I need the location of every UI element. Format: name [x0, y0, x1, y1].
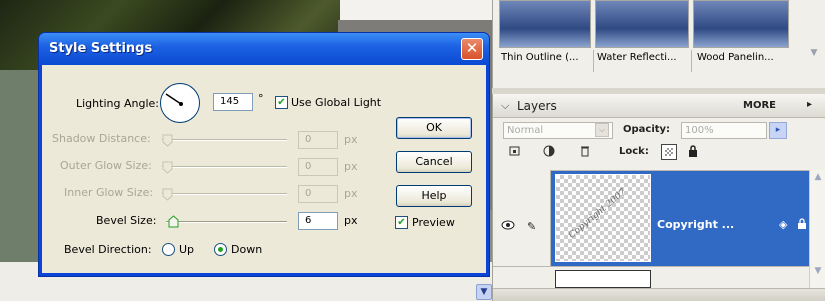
lighting-angle-dial[interactable] [160, 83, 200, 123]
bevel-size-unit: px [344, 214, 358, 227]
thumbs-scroll-down-icon[interactable]: ▼ [807, 48, 821, 78]
layer-row[interactable] [493, 266, 809, 288]
outer-glow-size-slider-thumb[interactable] [162, 161, 173, 174]
bevel-size-slider[interactable] [166, 221, 287, 223]
scroll-up-icon[interactable]: ▲ [811, 172, 825, 186]
outer-glow-size-label: Outer Glow Size: [60, 159, 152, 172]
thumb-divider [593, 50, 594, 72]
brush-icon[interactable]: ✎ [527, 220, 536, 233]
layers-more-button[interactable]: MORE [743, 100, 776, 111]
inner-glow-size-slider-thumb[interactable] [162, 188, 173, 201]
outer-glow-size-slider[interactable] [162, 166, 287, 168]
layer-thumbnail[interactable] [555, 270, 651, 288]
shadow-distance-slider[interactable] [162, 139, 287, 141]
bevel-size-input[interactable]: 6 [298, 212, 338, 230]
outer-glow-size-unit: px [344, 160, 358, 173]
layers-panel: ⌵ Layers MORE ▸ Normal ⌵ Opacity: 100% ▸… [492, 94, 825, 301]
opacity-label: Opacity: [623, 124, 671, 135]
lock-icon [797, 218, 807, 232]
bevel-direction-down-radio[interactable] [214, 243, 227, 256]
use-global-light-label: Use Global Light [291, 96, 382, 109]
inner-glow-size-slider[interactable] [162, 193, 287, 195]
preview-checkbox[interactable]: ✔ [395, 216, 408, 229]
opacity-input[interactable]: 100% [681, 122, 767, 139]
style-settings-dialog: Style Settings ✕ Lighting Angle: 145 ° ✔… [38, 32, 490, 277]
adjustment-layer-icon[interactable] [541, 144, 557, 160]
bevel-direction-up-radio[interactable] [162, 243, 175, 256]
bevel-size-slider-thumb[interactable] [168, 215, 179, 228]
bevel-direction-down-label: Down [231, 243, 263, 256]
shadow-distance-unit: px [344, 133, 358, 146]
layers-panel-footer [493, 288, 825, 301]
degree-unit-label: ° [258, 92, 264, 105]
lock-transparency-button[interactable] [661, 144, 677, 160]
scroll-down-icon[interactable]: ▼ [811, 266, 825, 280]
eye-icon[interactable] [501, 220, 515, 233]
lighting-angle-label: Lighting Angle: [76, 97, 159, 110]
chevron-down-icon[interactable]: ⌵ [501, 99, 509, 113]
style-label-wood-paneling[interactable]: Wood Panelin... [697, 52, 774, 63]
dialog-body: Lighting Angle: 145 ° ✔ Use Global Light… [42, 65, 486, 273]
styles-thumbnail-panel: Thin Outline (... Water Reflecti... Wood… [492, 0, 825, 88]
shadow-distance-label: Shadow Distance: [52, 132, 151, 145]
bevel-direction-up-label: Up [179, 243, 195, 256]
layer-thumbnail-watermark: Copyright 2007 [567, 187, 629, 241]
document-area-light [340, 0, 492, 20]
inner-glow-size-label: Inner Glow Size: [64, 186, 154, 199]
dialog-titlebar[interactable]: Style Settings ✕ [39, 33, 489, 65]
use-global-light-checkbox[interactable]: ✔ [275, 96, 288, 109]
lighting-angle-input[interactable]: 145 [213, 93, 253, 111]
style-label-water-reflection[interactable]: Water Reflecti... [597, 52, 677, 63]
close-button[interactable]: ✕ [461, 38, 483, 60]
shadow-distance-slider-thumb[interactable] [162, 134, 173, 147]
inner-glow-size-input[interactable]: 0 [298, 185, 338, 203]
outer-glow-size-input[interactable]: 0 [298, 158, 338, 176]
arrow-right-icon[interactable]: ▸ [807, 99, 812, 110]
style-thumb-thin-outline[interactable] [499, 0, 591, 48]
style-thumb-water-reflection[interactable] [595, 0, 689, 48]
inner-glow-size-unit: px [344, 187, 358, 200]
new-layer-icon[interactable] [507, 144, 523, 160]
bevel-direction-label: Bevel Direction: [64, 243, 152, 256]
cancel-button[interactable]: Cancel [396, 151, 472, 173]
style-label-thin-outline[interactable]: Thin Outline (... [501, 52, 579, 63]
bevel-size-label: Bevel Size: [96, 214, 157, 227]
layer-name[interactable]: Copyright ... [657, 218, 734, 231]
angle-dial-needle-icon [165, 93, 183, 106]
lock-all-icon[interactable] [685, 144, 701, 160]
layer-row-controls [493, 170, 551, 266]
layers-panel-title: Layers [517, 99, 557, 113]
ok-button[interactable]: OK [396, 117, 472, 139]
arrow-right-icon[interactable]: ▸ [769, 122, 787, 139]
layer-style-icon[interactable]: ◈ [779, 218, 787, 231]
dialog-title: Style Settings [49, 41, 153, 56]
preview-label: Preview [412, 216, 455, 229]
document-area-green [0, 70, 40, 280]
style-thumb-wood-paneling[interactable] [693, 0, 789, 48]
lock-label: Lock: [619, 146, 649, 157]
chevron-down-icon[interactable]: ⌵ [595, 123, 609, 137]
shadow-distance-input[interactable]: 0 [298, 131, 338, 149]
checker-icon [665, 148, 673, 156]
help-button[interactable]: Help [396, 185, 472, 207]
scroll-down-button[interactable]: ▼ [476, 284, 492, 300]
layer-thumbnail[interactable]: Copyright 2007 [555, 174, 651, 262]
thumb-divider [691, 50, 692, 72]
trash-icon[interactable] [577, 144, 593, 160]
